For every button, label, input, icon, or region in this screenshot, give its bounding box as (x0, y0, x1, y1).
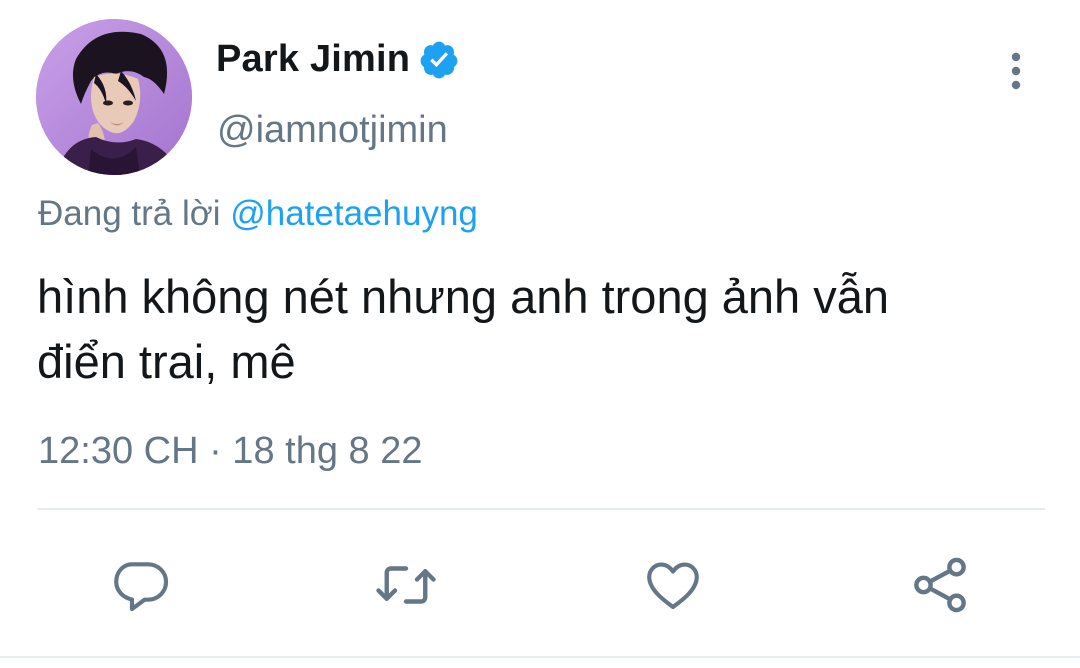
tweet-actions-bar (0, 550, 1080, 620)
bottom-border (0, 656, 1080, 658)
more-vertical-icon (1011, 52, 1021, 90)
user-handle[interactable]: @iamnotjimin (217, 109, 448, 152)
share-button[interactable] (905, 550, 975, 620)
retweet-button[interactable] (371, 550, 441, 620)
reply-button[interactable] (106, 550, 176, 620)
more-options-button[interactable] (996, 46, 1036, 96)
tweet-text-line-2: điển trai, mê (37, 335, 296, 388)
tweet-text-line-1: hình không nét nhưng anh trong ảnh vẫn (37, 270, 890, 323)
share-icon (914, 557, 966, 613)
replying-to-mention-link[interactable]: @hatetaehuyng (230, 194, 478, 233)
verified-badge-icon (418, 39, 460, 81)
replying-to-label: Đang trả lời (38, 194, 221, 233)
like-button[interactable] (638, 550, 708, 620)
heart-icon (647, 562, 699, 610)
comment-icon (114, 562, 169, 612)
replying-to: Đang trả lời @hatetaehuyng (38, 194, 478, 234)
divider (37, 508, 1045, 510)
user-name-row: Park Jimin (216, 38, 460, 81)
tweet-text: hình không nét nhưng anh trong ảnh vẫn đ… (37, 264, 1047, 394)
tweet-timestamp[interactable]: 12:30 CH · 18 thg 8 22 (38, 430, 422, 473)
display-name[interactable]: Park Jimin (216, 38, 410, 81)
avatar-image (36, 19, 192, 175)
avatar[interactable] (36, 19, 192, 175)
retweet-icon (376, 566, 436, 604)
tweet-detail: Park Jimin @iamnotjimin Đang trả lời @ha… (0, 0, 1080, 668)
